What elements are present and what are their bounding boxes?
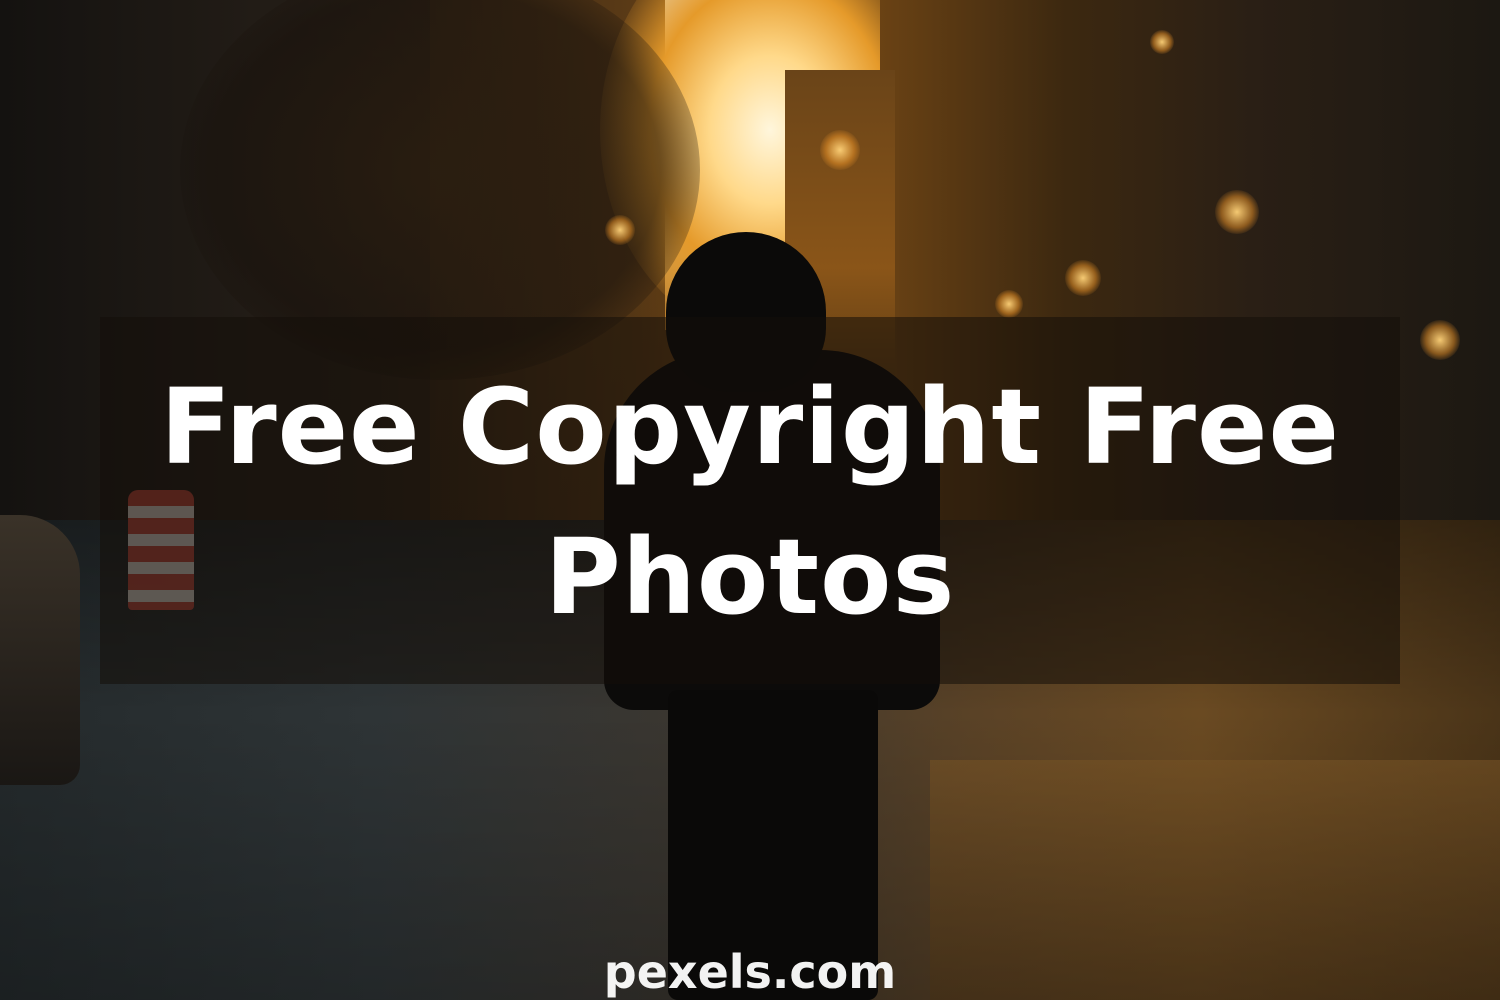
bokeh-light [1420, 320, 1460, 360]
bokeh-light [1215, 190, 1259, 234]
bokeh-light [820, 130, 860, 170]
bokeh-light [1065, 260, 1101, 296]
bokeh-light [605, 215, 635, 245]
photo-scene: Free Copyright Free Photos pexels.com [0, 0, 1500, 1000]
bokeh-light [995, 290, 1023, 318]
parked-car [0, 515, 80, 785]
site-watermark: pexels.com [603, 945, 897, 999]
bokeh-light [1150, 30, 1174, 54]
page-title: Free Copyright Free Photos [159, 366, 1341, 638]
